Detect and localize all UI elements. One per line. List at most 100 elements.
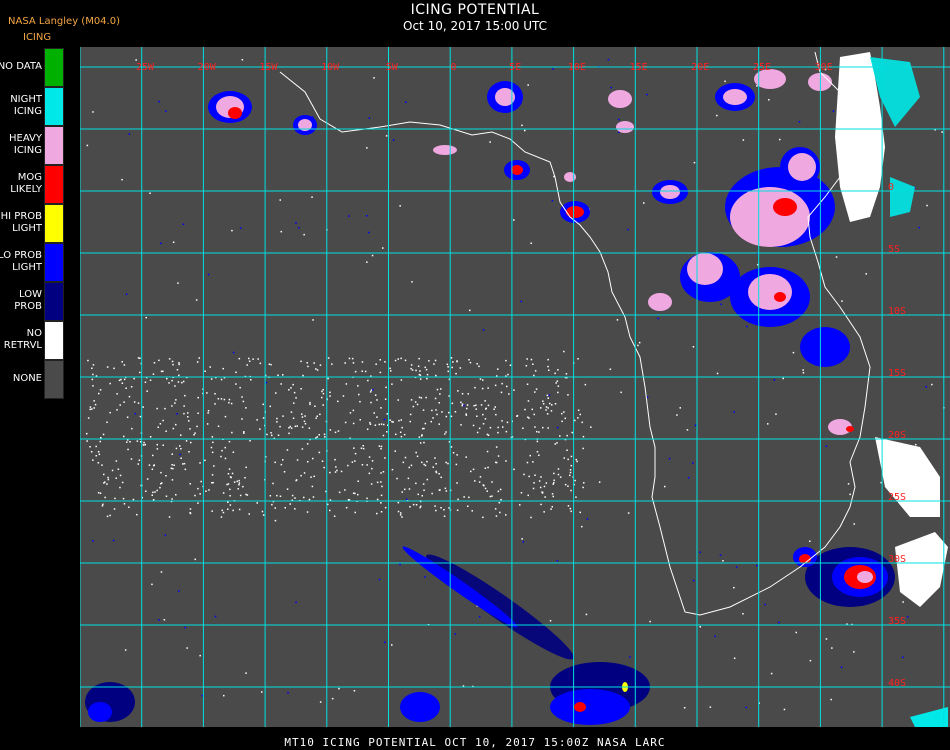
- retrieval-speck: [384, 506, 387, 509]
- retrieval-speck: [361, 361, 364, 363]
- retrieval-speck: [205, 490, 207, 492]
- retrieval-speck: [366, 261, 368, 263]
- retrieval-speck: [455, 463, 458, 466]
- retrieval-speck: [210, 446, 213, 449]
- retrieval-speck: [371, 460, 374, 462]
- retrieval-speck: [89, 408, 91, 411]
- retrieval-speck: [354, 460, 356, 462]
- legend-label: NONE: [12, 372, 42, 384]
- retrieval-speck: [692, 579, 695, 582]
- retrieval-speck: [344, 421, 347, 424]
- retrieval-speck: [118, 379, 121, 382]
- retrieval-speck: [376, 512, 378, 515]
- retrieval-speck: [435, 374, 437, 377]
- retrieval-speck: [410, 464, 413, 467]
- retrieval-speck: [553, 472, 555, 475]
- retrieval-speck: [89, 446, 91, 448]
- retrieval-speck: [123, 364, 126, 366]
- retrieval-speck: [184, 394, 186, 397]
- retrieval-speck: [171, 464, 173, 466]
- retrieval-speck: [163, 619, 166, 621]
- retrieval-speck: [694, 424, 697, 427]
- retrieval-speck: [522, 427, 524, 429]
- retrieval-speck: [830, 698, 832, 701]
- retrieval-speck: [86, 144, 89, 147]
- retrieval-speck: [109, 382, 111, 385]
- retrieval-speck: [158, 619, 160, 621]
- icing-map[interactable]: 25W 20W 15W 10W 5W 0 5E 10E 15E 20E 25E 30E 0 5S 10S 15…: [80, 47, 950, 727]
- retrieval-speck: [783, 708, 786, 711]
- retrieval-speck: [775, 413, 777, 415]
- retrieval-speck: [543, 511, 545, 513]
- retrieval-speck: [311, 196, 313, 198]
- retrieval-speck: [162, 370, 164, 373]
- legend-swatch: [44, 282, 64, 321]
- retrieval-speck: [489, 426, 492, 429]
- retrieval-speck: [293, 402, 295, 404]
- retrieval-speck: [384, 361, 386, 363]
- retrieval-speck: [570, 455, 573, 458]
- retrieval-speck: [545, 406, 548, 408]
- retrieval-speck: [469, 309, 471, 312]
- retrieval-speck: [414, 401, 417, 403]
- retrieval-speck: [421, 495, 423, 497]
- retrieval-speck: [585, 613, 588, 616]
- retrieval-speck: [556, 380, 559, 382]
- retrieval-speck: [394, 450, 396, 452]
- retrieval-speck: [745, 706, 747, 709]
- retrieval-speck: [454, 411, 457, 413]
- retrieval-speck: [156, 443, 158, 446]
- retrieval-speck: [577, 358, 579, 360]
- retrieval-speck: [541, 491, 543, 493]
- retrieval-speck: [137, 357, 140, 359]
- retrieval-speck: [733, 586, 735, 589]
- retrieval-speck: [323, 466, 325, 469]
- retrieval-speck: [196, 361, 199, 363]
- retrieval-speck: [298, 226, 300, 229]
- retrieval-speck: [246, 364, 248, 366]
- retrieval-speck: [547, 397, 549, 399]
- retrieval-speck: [265, 381, 268, 384]
- retrieval-speck: [156, 489, 158, 492]
- retrieval-speck: [168, 516, 171, 518]
- retrieval-speck: [360, 447, 363, 449]
- retrieval-speck: [188, 420, 190, 422]
- retrieval-speck: [185, 440, 188, 442]
- retrieval-speck: [756, 564, 758, 567]
- retrieval-speck: [86, 432, 88, 435]
- legend-label: MOG LIKELY: [10, 171, 42, 195]
- retrieval-speck: [336, 469, 338, 472]
- retrieval-speck: [410, 367, 412, 370]
- retrieval-speck: [319, 701, 322, 703]
- retrieval-speck: [222, 367, 224, 370]
- retrieval-speck: [384, 641, 386, 644]
- retrieval-speck: [99, 440, 101, 443]
- retrieval-speck: [233, 481, 236, 483]
- retrieval-speck: [465, 456, 467, 458]
- icing-areas: [85, 52, 948, 727]
- retrieval-speck: [139, 371, 141, 374]
- retrieval-speck: [380, 423, 383, 425]
- retrieval-speck: [543, 485, 546, 488]
- retrieval-speck: [692, 462, 694, 464]
- lat-label: 30S: [888, 554, 906, 565]
- retrieval-speck: [172, 241, 175, 243]
- lat-label: 0: [888, 182, 894, 193]
- retrieval-speck: [248, 360, 251, 362]
- retrieval-speck: [227, 483, 230, 485]
- retrieval-speck: [400, 357, 402, 360]
- retrieval-speck: [173, 464, 175, 466]
- retrieval-speck: [378, 578, 381, 581]
- retrieval-speck: [530, 358, 533, 361]
- retrieval-speck: [323, 433, 326, 436]
- retrieval-speck: [679, 407, 681, 409]
- retrieval-speck: [301, 448, 304, 450]
- retrieval-speck: [189, 428, 191, 430]
- retrieval-speck: [533, 374, 535, 377]
- retrieval-speck: [402, 461, 405, 464]
- retrieval-speck: [482, 413, 484, 416]
- retrieval-speck: [97, 462, 100, 464]
- retrieval-speck: [248, 357, 250, 360]
- retrieval-speck: [411, 369, 414, 371]
- retrieval-speck: [686, 429, 689, 431]
